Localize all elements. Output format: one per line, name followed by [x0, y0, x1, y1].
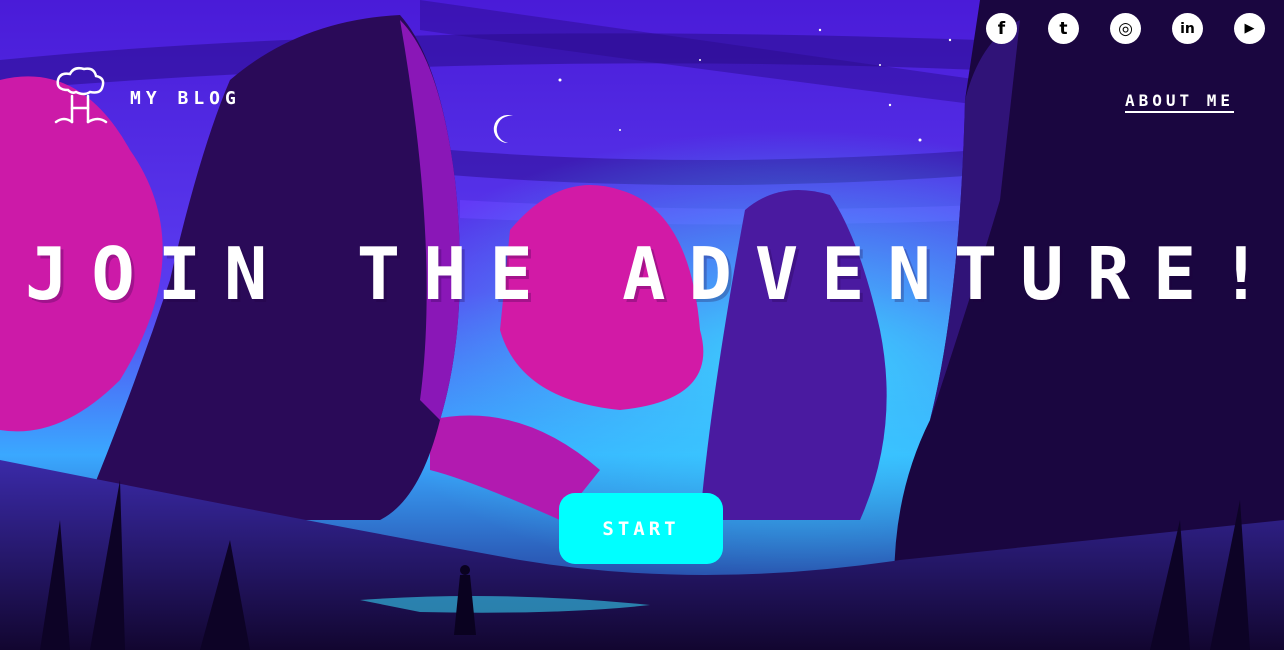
- start-button[interactable]: START: [559, 493, 723, 564]
- tumblr-icon[interactable]: t: [1048, 13, 1079, 44]
- instagram-icon[interactable]: ◎: [1110, 13, 1141, 44]
- logo-icon[interactable]: [50, 66, 110, 128]
- brand-title[interactable]: MY BLOG: [130, 88, 241, 109]
- youtube-icon[interactable]: ▶: [1234, 13, 1265, 44]
- nav-about-me[interactable]: ABOUT ME: [1124, 91, 1234, 113]
- social-links: f t ◎ in ▶: [986, 13, 1265, 44]
- linkedin-icon[interactable]: in: [1172, 13, 1203, 44]
- facebook-icon[interactable]: f: [986, 13, 1017, 44]
- hero-title: JOIN THE ADVENTURE!: [25, 232, 1284, 316]
